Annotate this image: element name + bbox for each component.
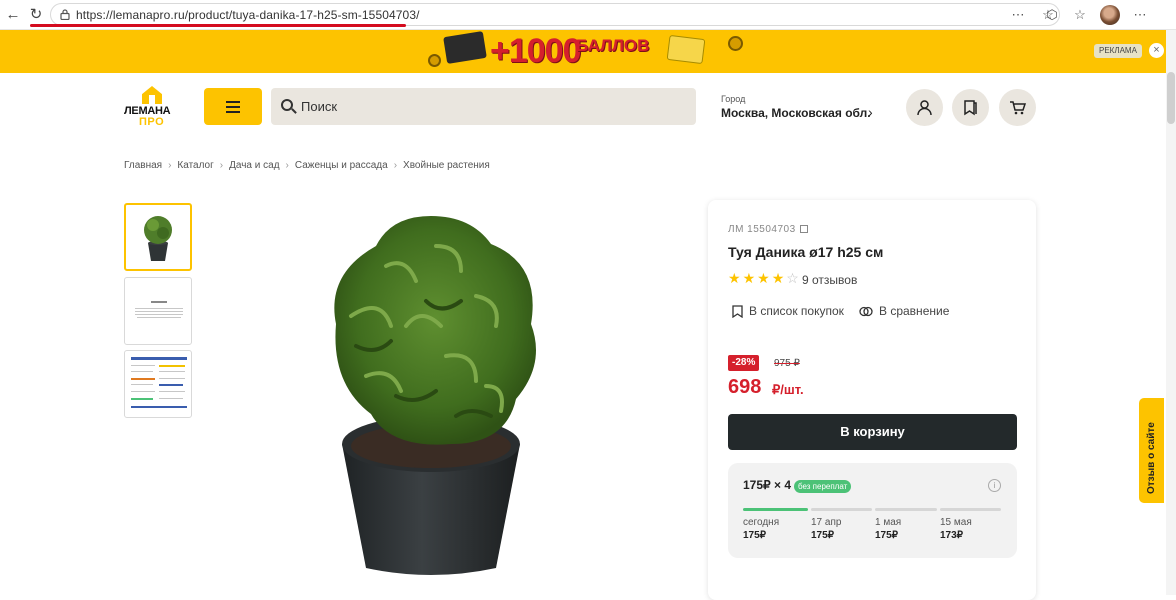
profile-avatar[interactable] [1100,5,1120,25]
thumbnail-infosheet[interactable] [124,350,192,418]
installment-date: сегодня [743,517,780,528]
favorites-icon[interactable]: ☆ [1072,7,1088,23]
discount-badge: -28% [728,355,760,371]
breadcrumb-item[interactable]: Хвойные растения [403,160,490,171]
bookmark-list-icon [964,100,977,116]
banner-promo-text: +1000 [490,32,581,70]
banner-promo-sub: БАЛЛОВ [576,36,650,55]
shopping-list-button[interactable] [952,89,989,126]
breadcrumb: Главная › Каталог › Дача и сад › Саженцы… [124,160,490,171]
installment-amount: 173₽ [940,530,964,541]
installment-summary: 175₽ × 4 [743,478,792,492]
bonus-card-image [443,31,487,64]
installment-date: 1 мая [875,517,902,528]
thumbnail-product-photo[interactable] [124,203,192,271]
compare-label: В сравнение [879,304,950,318]
browser-menu-icon[interactable]: ⋯ [1132,7,1148,23]
more-options-icon[interactable]: ⋯ [1010,7,1026,23]
cart-button[interactable] [999,89,1036,126]
installment-progress-segment [875,508,937,511]
installment-badge: без переплат [794,480,852,493]
chevron-right-icon: › [285,160,289,171]
user-icon [917,100,932,116]
star-icon: ★ [742,270,756,286]
star-icon: ★ [728,270,741,286]
installment-amount: 175₽ [875,530,899,541]
logo-house-icon [142,86,162,104]
bookmark-icon [732,304,743,318]
old-price: 975 ₽ [774,358,800,369]
site-feedback-tab[interactable]: Отзыв о сайте [1139,398,1164,503]
profile-button[interactable] [906,89,943,126]
city-label: Город [721,94,746,104]
thumbnail-document[interactable] [124,277,192,345]
breadcrumb-item[interactable]: Главная [124,160,162,171]
installment-date: 15 мая [940,517,972,528]
reload-icon[interactable]: ↻ [27,6,45,24]
reviews-link[interactable]: 9 отзывов [802,273,857,287]
add-to-compare[interactable]: В сравнение [859,304,949,318]
installment-progress-segment [743,508,808,511]
shopping-list-label: В список покупок [749,304,844,318]
browser-toolbar: ← ↻ https://lemanapro.ru/product/tuya-da… [0,0,1176,30]
site-logo[interactable]: ЛЕМАНА ПРО [124,86,180,128]
product-purchase-card: ЛМ 15504703 Туя Даника ø17 h25 см ★ ★ ★ … [708,200,1036,600]
page-scrollbar[interactable] [1166,30,1176,595]
star-icon: ★ [757,270,770,286]
chevron-right-icon: › [168,160,172,171]
promo-banner[interactable]: +1000 БАЛЛОВ РЕКЛАМА × [0,30,1166,73]
extensions-icon[interactable]: ⬡ [1044,7,1060,23]
installment-progress-segment [940,508,1001,511]
url-text: https://lemanapro.ru/product/tuya-danika… [76,8,420,22]
coin-icon [428,54,441,67]
installment-amount: 175₽ [811,530,835,541]
banner-close-icon[interactable]: × [1149,43,1164,58]
add-to-shopping-list[interactable]: В список покупок [732,304,844,318]
search-placeholder: Поиск [301,99,338,114]
rating-stars[interactable]: ★ ★ ★ ★ ☆ [728,271,799,285]
product-main-image[interactable] [296,206,566,586]
star-outline-icon: ☆ [786,270,799,286]
breadcrumb-item[interactable]: Каталог [177,160,213,171]
address-bar[interactable]: https://lemanapro.ru/product/tuya-danika… [50,3,1060,26]
current-price: 698 [728,376,762,398]
installment-amount: 175₽ [743,530,767,541]
product-title: Туя Даника ø17 h25 см [728,244,884,260]
logo-sub: ПРО [139,116,165,128]
bonus-card-image-2 [666,34,706,65]
ad-label: РЕКЛАМА [1094,44,1142,58]
add-to-cart-button[interactable]: В корзину [728,414,1017,450]
price-unit: ₽/шт. [772,382,804,397]
coin-icon [728,36,743,51]
star-icon: ★ [771,270,785,286]
copy-icon[interactable] [799,225,808,234]
search-input[interactable]: Поиск [271,88,696,125]
installment-date: 17 апр [811,517,842,528]
url-highlight-annotation [30,24,406,27]
catalog-menu-button[interactable] [204,88,262,125]
back-icon[interactable]: ← [4,6,22,24]
installment-widget[interactable]: 175₽ × 4 без переплат i сегодня 175₽ 17 … [728,463,1017,558]
chevron-right-icon: › [219,160,224,171]
installment-progress-segment [811,508,872,511]
feedback-label: Отзыв о сайте [1146,422,1157,494]
article-number: ЛМ 15504703 [728,224,808,235]
scrollbar-thumb[interactable] [1167,72,1175,124]
breadcrumb-item[interactable]: Саженцы и рассада [295,160,388,171]
info-icon[interactable]: i [988,479,1001,492]
compare-icon [859,306,873,316]
lock-icon [60,9,70,20]
chevron-right-icon[interactable]: › [868,104,873,120]
chevron-right-icon: › [393,160,398,171]
breadcrumb-item[interactable]: Дача и сад [229,160,279,171]
cart-icon [1010,101,1026,115]
thumbnail-plant-image [144,216,172,261]
city-selector[interactable]: Москва, Московская обл. [721,106,871,120]
search-icon [281,99,293,111]
